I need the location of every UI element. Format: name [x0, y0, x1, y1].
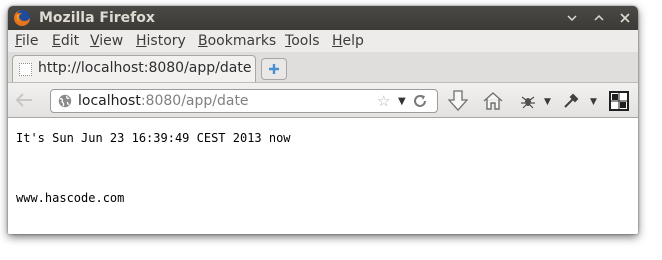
plus-icon — [269, 64, 279, 74]
menu-bookmarks[interactable]: Bookmarks — [198, 32, 276, 50]
home-icon — [483, 92, 503, 110]
date-message: It's Sun Jun 23 16:39:49 CEST 2013 now — [16, 131, 291, 145]
addon-bug-button[interactable] — [516, 89, 540, 113]
tab-label: http://localhost:8080/app/date — [38, 60, 252, 76]
minimize-button[interactable] — [564, 10, 580, 26]
page-content: It's Sun Jun 23 16:39:49 CEST 2013 now w… — [8, 118, 638, 234]
menu-history[interactable]: History — [136, 32, 186, 50]
chevron-down-icon[interactable]: ▼ — [590, 97, 597, 107]
eyedropper-icon — [564, 93, 579, 108]
menu-file[interactable]: File — [15, 32, 38, 50]
addon-eyedropper-button[interactable] — [559, 89, 583, 113]
maximize-icon — [594, 14, 604, 21]
downloads-button[interactable] — [446, 89, 470, 113]
page-icon — [19, 63, 32, 76]
menu-tools[interactable]: Tools — [285, 32, 320, 50]
navigation-toolbar: localhost:8080/app/date ☆ ▼ ▼ ▼ — [8, 82, 638, 118]
grid-icon — [609, 91, 629, 111]
window-title: Mozilla Firefox — [39, 10, 155, 26]
title-bar[interactable]: Mozilla Firefox — [8, 6, 638, 30]
browser-window: Mozilla Firefox File Edit View History B… — [8, 6, 638, 234]
addon-grid-button[interactable] — [607, 89, 631, 113]
menu-help[interactable]: Help — [332, 32, 364, 50]
chevron-down-icon[interactable]: ▼ — [544, 97, 551, 107]
globe-icon — [58, 94, 72, 108]
back-button[interactable] — [13, 90, 35, 110]
close-icon — [620, 13, 630, 23]
footer-text: www.hascode.com — [16, 191, 125, 205]
reload-icon[interactable] — [412, 93, 428, 109]
firefox-logo-icon — [14, 10, 30, 26]
url-text[interactable]: localhost:8080/app/date — [78, 91, 249, 111]
new-tab-button[interactable] — [261, 58, 287, 80]
home-button[interactable] — [481, 89, 505, 113]
maximize-button[interactable] — [591, 10, 607, 26]
menu-edit[interactable]: Edit — [52, 32, 79, 50]
bug-icon — [521, 96, 535, 109]
chevron-down-icon[interactable]: ▼ — [398, 93, 406, 111]
tab-active[interactable]: http://localhost:8080/app/date — [12, 55, 256, 82]
url-bar[interactable]: localhost:8080/app/date ☆ ▼ — [50, 89, 438, 113]
url-host: localhost — [78, 93, 141, 109]
back-arrow-icon — [15, 93, 32, 107]
menu-view[interactable]: View — [90, 32, 123, 50]
url-path: :8080/app/date — [140, 93, 249, 109]
menu-bar: File Edit View History Bookmarks Tools H… — [8, 30, 638, 52]
close-button[interactable] — [617, 10, 633, 26]
tab-strip: http://localhost:8080/app/date — [8, 52, 638, 82]
star-icon[interactable]: ☆ — [377, 92, 390, 110]
minimize-icon — [567, 15, 577, 22]
download-icon — [448, 90, 468, 111]
